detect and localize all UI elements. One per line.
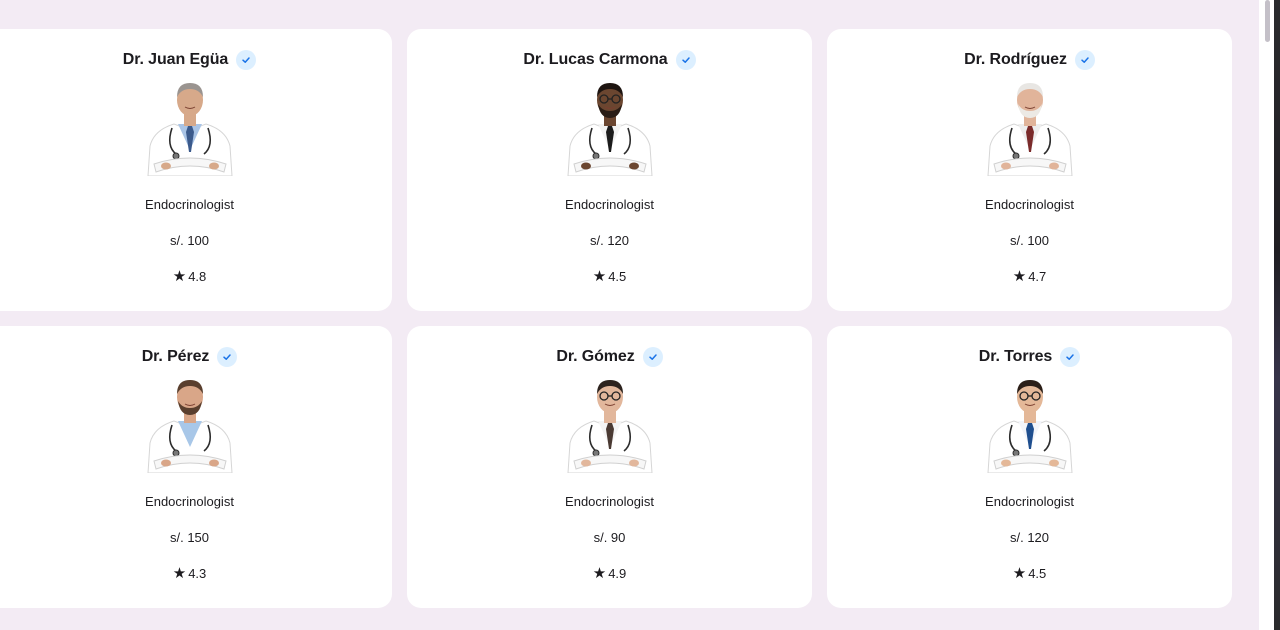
scrollbar-thumb[interactable] xyxy=(1265,0,1270,42)
doctor-name-row: Dr. Pérez xyxy=(142,346,238,368)
doctor-name: Dr. Torres xyxy=(978,348,1053,365)
doctor-card[interactable]: Dr. Juan Egüa Endocrinologist s/. 100 ★ … xyxy=(0,29,392,311)
star-icon: ★ xyxy=(1012,268,1027,285)
rating-value: 4.3 xyxy=(188,566,207,581)
doctor-price: s/. 120 xyxy=(589,233,630,248)
doctor-name-row: Dr. Juan Egüa xyxy=(122,49,257,71)
doctor-card[interactable]: Dr. Torres Endocrinologist s/. 120 ★ 4.5 xyxy=(827,326,1232,608)
star-icon: ★ xyxy=(592,268,607,285)
doctor-name: Dr. Gómez xyxy=(556,348,635,365)
doctor-rating: ★ 4.5 xyxy=(1013,566,1047,582)
doctor-photo xyxy=(564,80,656,177)
doctor-specialty: Endocrinologist xyxy=(985,494,1074,509)
rating-value: 4.9 xyxy=(608,566,627,581)
doctor-name: Dr. Lucas Carmona xyxy=(523,51,668,68)
doctor-name-row: Dr. Rodríguez xyxy=(964,49,1095,71)
doctor-rating: ★ 4.8 xyxy=(173,269,207,285)
window-edge xyxy=(1274,0,1280,630)
doctor-rating: ★ 4.5 xyxy=(593,269,627,285)
doctor-price: s/. 100 xyxy=(1009,233,1050,248)
doctor-rating: ★ 4.9 xyxy=(593,566,627,582)
verified-check-icon xyxy=(1074,50,1095,70)
doctor-price: s/. 90 xyxy=(593,530,626,545)
doctor-card[interactable]: Dr. Rodríguez Endocrinologist s/. 100 ★ … xyxy=(827,29,1232,311)
doctor-price: s/. 150 xyxy=(169,530,210,545)
doctor-name: Dr. Juan Egüa xyxy=(122,51,229,68)
doctor-specialty: Endocrinologist xyxy=(145,197,234,212)
doctor-price: s/. 120 xyxy=(1009,530,1050,545)
doctor-photo xyxy=(984,377,1076,474)
doctor-specialty: Endocrinologist xyxy=(565,197,654,212)
doctor-specialty: Endocrinologist xyxy=(145,494,234,509)
verified-check-icon xyxy=(1060,347,1081,367)
doctor-name: Dr. Pérez xyxy=(141,348,210,365)
doctor-card-grid: Dr. Juan Egüa Endocrinologist s/. 100 ★ … xyxy=(0,29,1232,608)
rating-value: 4.5 xyxy=(1028,566,1047,581)
doctor-name-row: Dr. Lucas Carmona xyxy=(523,49,696,71)
verified-check-icon xyxy=(675,50,696,70)
doctor-price: s/. 100 xyxy=(169,233,210,248)
doctor-name: Dr. Rodríguez xyxy=(964,51,1067,68)
rating-value: 4.7 xyxy=(1028,269,1047,284)
rating-value: 4.5 xyxy=(608,269,627,284)
star-icon: ★ xyxy=(1012,565,1027,582)
star-icon: ★ xyxy=(172,565,187,582)
star-icon: ★ xyxy=(592,565,607,582)
doctor-photo xyxy=(144,377,236,474)
rating-value: 4.8 xyxy=(188,269,207,284)
doctor-card[interactable]: Dr. Pérez Endocrinologist s/. 150 ★ 4.3 xyxy=(0,326,392,608)
doctor-rating: ★ 4.7 xyxy=(1013,269,1047,285)
doctor-name-row: Dr. Torres xyxy=(978,346,1081,368)
doctor-rating: ★ 4.3 xyxy=(173,566,207,582)
doctor-photo xyxy=(564,377,656,474)
doctor-card[interactable]: Dr. Lucas Carmona Endocrinologist s/. 12… xyxy=(407,29,812,311)
doctor-specialty: Endocrinologist xyxy=(985,197,1074,212)
verified-check-icon xyxy=(217,347,238,367)
doctor-name-row: Dr. Gómez xyxy=(556,346,663,368)
doctor-card[interactable]: Dr. Gómez Endocrinologist s/. 90 ★ 4.9 xyxy=(407,326,812,608)
star-icon: ★ xyxy=(172,268,187,285)
doctor-photo xyxy=(144,80,236,177)
verified-check-icon xyxy=(236,50,257,70)
doctor-photo xyxy=(984,80,1076,177)
doctor-specialty: Endocrinologist xyxy=(565,494,654,509)
verified-check-icon xyxy=(642,347,663,367)
